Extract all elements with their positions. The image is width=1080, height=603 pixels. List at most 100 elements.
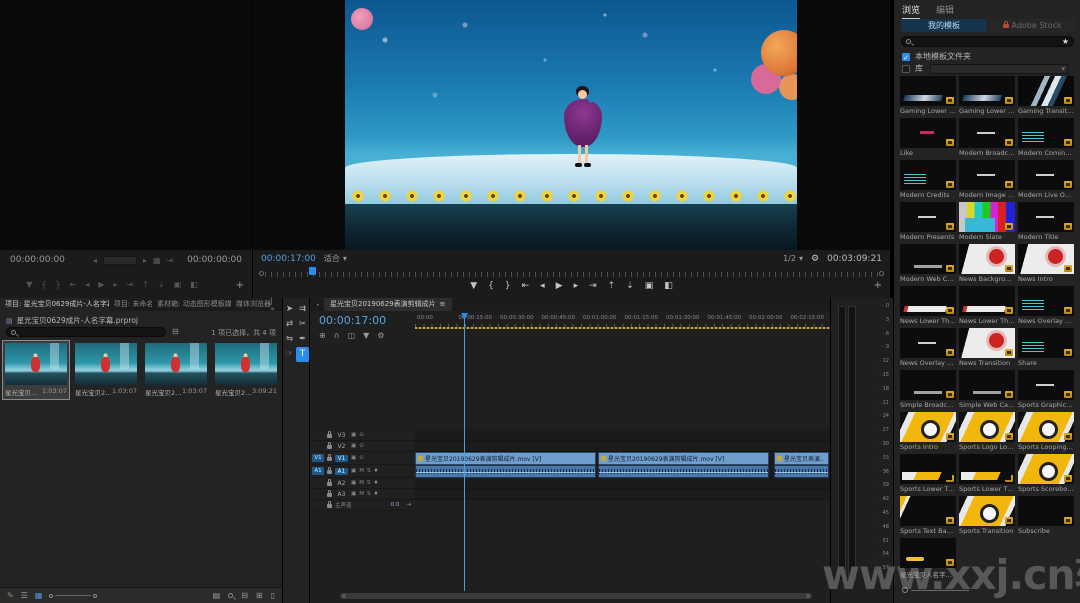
track-lock-icon[interactable] [327,457,332,461]
sequence-tab[interactable]: 星光宝贝20190629表演剪辑成片 ≡ [324,298,452,311]
export-frame-icon[interactable]: ▣ [174,280,182,289]
add-marker-icon[interactable]: ▼ [26,280,32,289]
template-item[interactable]: Sports Intro [900,412,956,452]
template-item[interactable]: 星光宝贝人名字幕条 [900,538,956,578]
pen-tool[interactable]: ✒ [296,332,309,347]
track-lock-icon[interactable] [327,470,332,474]
sync-lock-icon[interactable]: ▣ [351,468,356,474]
track-name-chip[interactable]: V2 [335,443,348,450]
wrench-icon[interactable]: ⚙ [377,331,384,340]
new-item-icon[interactable]: ⊞ [256,591,263,600]
program-scrub-bar[interactable] [259,267,884,278]
step-forward-icon[interactable]: ▸ [574,281,579,291]
template-item[interactable]: News Overlay Right [900,328,956,368]
step-back-icon[interactable]: ◂ [85,280,89,289]
template-item[interactable]: Modern Web Caption [900,244,956,284]
find-icon[interactable] [228,593,233,598]
audio-clip[interactable] [415,465,596,478]
tab-media-browser[interactable]: 媒体浏览器 [231,298,271,311]
video-clip[interactable]: 星光宝贝表演.. [774,452,829,465]
automate-to-sequence-icon[interactable]: ▤ [213,591,221,600]
tab-edit[interactable]: 编辑 [936,3,954,19]
template-item[interactable]: Like [900,118,956,158]
audio-clip[interactable] [598,465,769,478]
more-tabs-icon[interactable]: » [271,305,275,313]
mark-in-icon[interactable]: { [41,280,46,289]
extract-icon[interactable]: ⇣ [158,280,165,289]
library-dropdown[interactable]: ▾ [930,64,1068,74]
track-name-chip[interactable]: A1 [335,468,348,475]
track-header-v1[interactable]: V1V1▣⊙ [310,452,415,465]
selection-tool[interactable]: ➤ [283,302,296,317]
add-marker-icon[interactable]: ▼ [363,331,369,340]
template-item[interactable]: Modern Slate [959,202,1015,242]
solo-button[interactable]: S [367,468,371,474]
timeline-horizontal-scrollbar[interactable] [340,593,812,599]
project-clip[interactable]: 星光宝贝201906...1:03:07 [73,341,139,399]
track-header-a3[interactable]: A3▣MS♦ [310,489,415,500]
slip-tool[interactable]: ⇋ [283,332,296,347]
zoom-slider[interactable] [49,594,97,598]
audio-clip[interactable] [774,465,829,478]
template-item[interactable]: Sports Scoreboard [1018,454,1074,494]
track-lane[interactable] [415,430,830,441]
tab-browse[interactable]: 浏览 [902,3,920,19]
icon-view-icon[interactable]: ▦ [35,591,43,600]
sync-lock-icon[interactable]: ▣ [351,491,356,497]
panel-menu-icon[interactable]: ≡ [440,298,446,311]
track-name-chip[interactable]: A2 [335,480,348,487]
project-clip[interactable]: 星光宝贝201906...1:03:07 [143,341,209,399]
program-playhead[interactable] [309,267,316,275]
template-item[interactable]: Sports Logo Loop [959,412,1015,452]
timeline-playhead[interactable] [464,313,465,591]
project-clip[interactable]: 星光宝贝表演...1:03:07 [3,341,69,399]
playback-resolution-dropdown[interactable]: 1/2 ▾ [783,254,803,263]
track-name-chip[interactable]: V3 [335,432,348,439]
template-item[interactable]: Modern Image Caption [959,160,1015,200]
solo-button[interactable]: S [367,480,371,486]
solo-button[interactable]: S [367,491,371,497]
track-output-eye-icon[interactable]: ⊙ [359,432,364,438]
template-item[interactable]: Sports Lower Third Cen... [900,454,956,494]
razor-tool[interactable]: ✂ [296,317,309,332]
source-patch[interactable]: A1 [312,467,324,475]
search-bin-icon[interactable]: ⊟ [172,327,179,336]
source-clip-selector[interactable] [103,256,137,265]
settings-wrench-icon[interactable]: ⚙ [811,254,819,264]
template-item[interactable]: News Background Loop [959,244,1015,284]
master-level-value[interactable]: 0.0 [391,502,400,508]
delete-icon[interactable]: ▯ [271,591,275,600]
template-item[interactable]: Modern Live Overlay [1018,160,1074,200]
template-item[interactable]: Modern Broadcast Capt... [959,118,1015,158]
track-output-eye-icon[interactable]: ⊙ [359,455,364,461]
time-ruler[interactable]: 00:0000:00:15:0000:00:30:0000:00:45:0000… [415,313,830,327]
voiceover-record-icon[interactable]: ♦ [373,468,378,474]
track-header-a1[interactable]: A1A1▣MS♦ [310,465,415,478]
template-item[interactable]: Sports Lower Third Side [959,454,1015,494]
lift-icon[interactable]: ⇡ [608,281,616,291]
slider-knob[interactable] [902,587,908,593]
track-lock-icon[interactable] [327,493,332,497]
template-item[interactable]: Sports Transition [959,496,1015,536]
sync-lock-icon[interactable]: ▣ [351,480,356,486]
source-settings-icon[interactable]: ▦ [153,256,161,265]
my-templates-button[interactable]: 我的模板 [901,19,987,32]
play-icon[interactable]: ▶ [98,280,104,289]
adobe-stock-button[interactable]: Adobe Stock [989,19,1075,32]
template-item[interactable]: Modern Coming Up Next [1018,118,1074,158]
thumbnail-size-slider[interactable] [902,586,972,594]
go-to-out-icon[interactable]: ⇥ [127,280,134,289]
template-item[interactable]: News Intro [1018,244,1074,284]
source-patch[interactable]: V1 [312,454,324,462]
compare-view-icon[interactable]: ◧ [190,280,198,289]
track-header-v3[interactable]: V3▣⊙ [310,430,415,441]
track-select-forward-tool[interactable]: ⇉ [296,302,309,317]
track-lane[interactable] [415,478,830,489]
track-lock-icon[interactable] [327,504,332,508]
template-item[interactable]: Simple Broadcast Caption [900,370,956,410]
template-item[interactable]: Gaming Lower Third Left [900,76,956,116]
program-timecode-current[interactable]: 00:00:17:00 [261,254,316,264]
template-item[interactable]: Sports Graphic Overlay [1018,370,1074,410]
compare-view-icon[interactable]: ◧ [664,281,673,291]
sync-lock-icon[interactable]: ▣ [351,443,356,449]
